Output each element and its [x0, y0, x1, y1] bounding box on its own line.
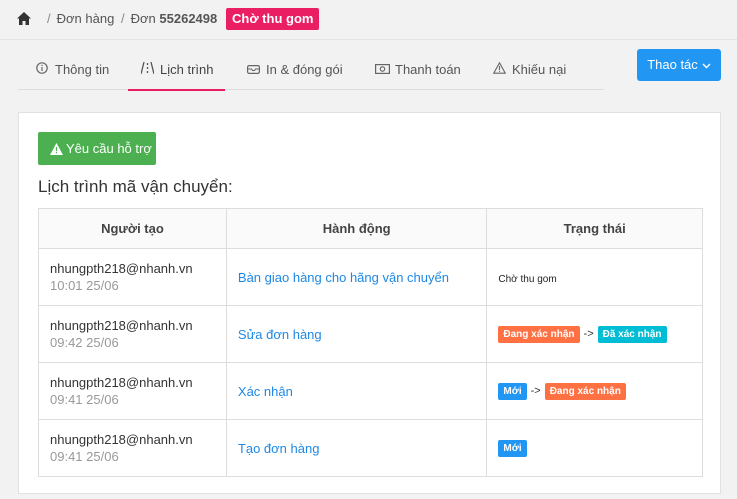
timestamp: 09:41 25/06: [50, 449, 119, 464]
tab-schedule-label: Lịch trình: [160, 62, 214, 77]
timestamp: 10:01 25/06: [50, 278, 119, 293]
order-status-badge: Chờ thu gom: [226, 8, 320, 30]
warning-icon: [50, 143, 63, 155]
status-badge-to: Đã xác nhận: [597, 326, 667, 343]
chevron-down-icon: [702, 51, 711, 83]
section-title: Lịch trình mã vận chuyển:: [38, 177, 233, 196]
status-arrow: ->: [530, 385, 541, 397]
tab-schedule[interactable]: Lịch trình: [127, 52, 227, 91]
tab-print-pack[interactable]: In & đóng gói: [246, 52, 343, 90]
info-icon: [35, 52, 49, 88]
header-status: Trạng thái: [486, 208, 703, 249]
tab-info-label: Thông tin: [55, 62, 110, 77]
breadcrumb-order: / Đơn 55262498: [121, 11, 218, 26]
creator-email: nhungpth218@nhanh.vn: [50, 261, 193, 276]
tab-payment[interactable]: Thanh toán: [375, 52, 461, 90]
action-link[interactable]: Tạo đơn hàng: [238, 441, 320, 456]
support-button-label: Yêu cầu hỗ trợ: [66, 141, 152, 156]
action-link[interactable]: Xác nhận: [238, 384, 293, 399]
order-tabs: Thông tin Lịch trình In & đóng gói Thanh…: [18, 52, 604, 91]
status-badge-to: Đang xác nhận: [544, 383, 626, 400]
header-action: Hành động: [225, 208, 488, 249]
tab-payment-label: Thanh toán: [395, 62, 461, 77]
status-badge-from: Mới: [498, 383, 527, 400]
timestamp: 09:41 25/06: [50, 392, 119, 407]
support-request-button[interactable]: Yêu cầu hỗ trợ: [38, 132, 156, 165]
action-link[interactable]: Sửa đơn hàng: [238, 327, 322, 342]
table-row: nhungpth218@nhanh.vn 09:41 25/06 Tạo đơn …: [38, 419, 703, 477]
schedule-card: Yêu cầu hỗ trợ Lịch trình mã vận chuyển:…: [18, 112, 721, 494]
money-icon: [375, 52, 391, 88]
action-link[interactable]: Bàn giao hàng cho hãng vận chuyển: [238, 270, 449, 285]
tab-complaint[interactable]: Khiếu nại: [492, 52, 566, 90]
table-row: nhungpth218@nhanh.vn 09:42 25/06 Sửa đơn …: [38, 305, 703, 363]
status-arrow: ->: [583, 328, 594, 340]
tab-complaint-label: Khiếu nại: [512, 62, 567, 77]
tab-info[interactable]: Thông tin: [35, 52, 109, 90]
warning-icon: [492, 52, 506, 88]
package-icon: [246, 52, 260, 88]
creator-email: nhungpth218@nhanh.vn: [50, 375, 193, 390]
order-number: 55262498: [159, 11, 218, 26]
breadcrumb-orders-label[interactable]: Đơn hàng: [57, 11, 115, 26]
actions-button-label: Thao tác: [647, 57, 698, 72]
road-icon: [139, 52, 155, 88]
table-row: nhungpth218@nhanh.vn 10:01 25/06 Bàn giao…: [38, 248, 703, 306]
table-row: nhungpth218@nhanh.vn 09:41 25/06 Xác nhận…: [38, 362, 703, 420]
timestamp: 09:42 25/06: [50, 335, 119, 350]
status-text: Chờ thu gom: [498, 273, 557, 285]
breadcrumb-bar: / Đơn hàng / Đơn 55262498 Chờ thu gom: [0, 0, 737, 40]
table-header-row: Người tạo Hành động Trạng thái: [38, 208, 703, 249]
status-badge-from: Đang xác nhận: [498, 326, 580, 343]
order-prefix: Đơn: [130, 11, 156, 26]
tab-print-pack-label: In & đóng gói: [266, 62, 343, 77]
creator-email: nhungpth218@nhanh.vn: [50, 432, 193, 447]
breadcrumb-orders[interactable]: / Đơn hàng: [47, 11, 114, 26]
status-badge: Mới: [498, 440, 527, 457]
actions-dropdown-button[interactable]: Thao tác: [637, 49, 721, 81]
home-icon[interactable]: [17, 12, 31, 26]
creator-email: nhungpth218@nhanh.vn: [50, 318, 193, 333]
schedule-table: Người tạo Hành động Trạng thái nhungpth2…: [38, 208, 703, 477]
header-creator: Người tạo: [38, 208, 227, 249]
